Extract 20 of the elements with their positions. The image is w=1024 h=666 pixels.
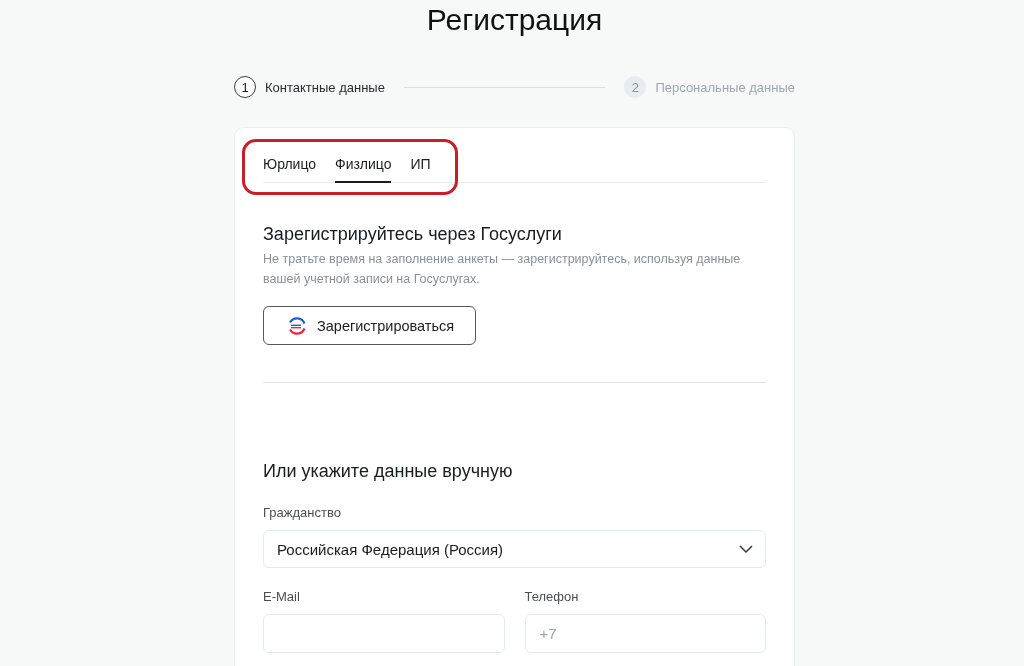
section-description: Не тратьте время на заполнение анкеты — зарегистрируйтесь, используя данные вашей учетной записи на Госуслугах. (263, 251, 742, 288)
field-label: E-Mail (263, 588, 301, 606)
register-button[interactable]: Зарегистрироваться (263, 306, 476, 345)
tab[interactable]: Юрлицо (263, 149, 317, 183)
field-label: Телефон (524, 588, 580, 606)
select-field[interactable]: Российская Федерация (Россия) (263, 530, 766, 568)
tab[interactable]: Физлицо (335, 149, 392, 183)
field-label: Гражданство (263, 504, 342, 522)
step-number: 2 (624, 76, 647, 98)
tab[interactable]: ИП (410, 149, 431, 183)
input-field[interactable]: +7 (524, 614, 766, 653)
logo-icon (287, 315, 307, 336)
input-field[interactable] (263, 614, 505, 653)
page-title: Регистрация (425, 2, 604, 38)
step-number: 1 (234, 76, 256, 98)
section-heading: Зарегистрируйтесь через Госуслуги (263, 223, 563, 246)
step-label: Персональные данные (655, 79, 795, 95)
chevron-down-icon (739, 545, 753, 553)
section-heading: Или укажите данные вручную (263, 460, 514, 483)
step-label: Контактные данные (265, 79, 385, 95)
